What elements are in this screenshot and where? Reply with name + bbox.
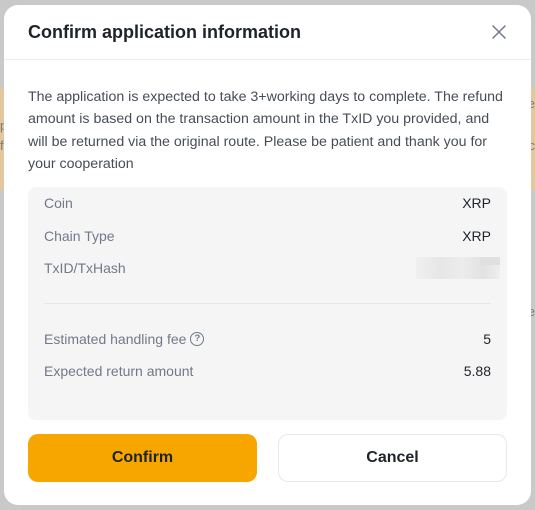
chain-type-label: Chain Type: [44, 227, 115, 244]
coin-label: Coin: [44, 195, 73, 212]
modal-title: Confirm application information: [28, 21, 301, 42]
detail-row-txid: TxID/TxHash: [44, 252, 500, 285]
cancel-button[interactable]: Cancel: [278, 434, 507, 482]
chain-type-value: XRP: [462, 227, 491, 244]
txid-redacted-value: [416, 257, 500, 280]
detail-row-coin: Coin XRP: [44, 187, 491, 220]
details-divider: [44, 302, 491, 304]
fee-label: Estimated handling fee: [44, 330, 187, 347]
modal-actions: Confirm Cancel: [28, 434, 507, 482]
detail-row-chain-type: Chain Type XRP: [44, 220, 491, 253]
fee-label-group: Estimated handling fee ?: [44, 330, 205, 347]
confirm-application-modal: Confirm application information The appl…: [4, 5, 531, 505]
modal-header: Confirm application information: [4, 5, 531, 60]
close-button[interactable]: [487, 20, 511, 44]
application-details: Coin XRP Chain Type XRP TxID/TxHash Esti…: [28, 187, 507, 421]
coin-value: XRP: [462, 195, 491, 212]
fee-value: 5: [483, 330, 491, 347]
confirm-button[interactable]: Confirm: [28, 434, 257, 482]
txid-label: TxID/TxHash: [44, 260, 126, 277]
close-icon: [492, 25, 506, 39]
return-amount-label: Expected return amount: [44, 363, 194, 380]
processing-notice: The application is expected to take 3+wo…: [28, 89, 503, 172]
detail-row-fee: Estimated handling fee ? 5: [44, 323, 491, 356]
detail-row-return-amount: Expected return amount 5.88: [44, 355, 491, 388]
return-amount-value: 5.88: [463, 363, 491, 380]
question-circle-icon[interactable]: ?: [190, 331, 205, 346]
